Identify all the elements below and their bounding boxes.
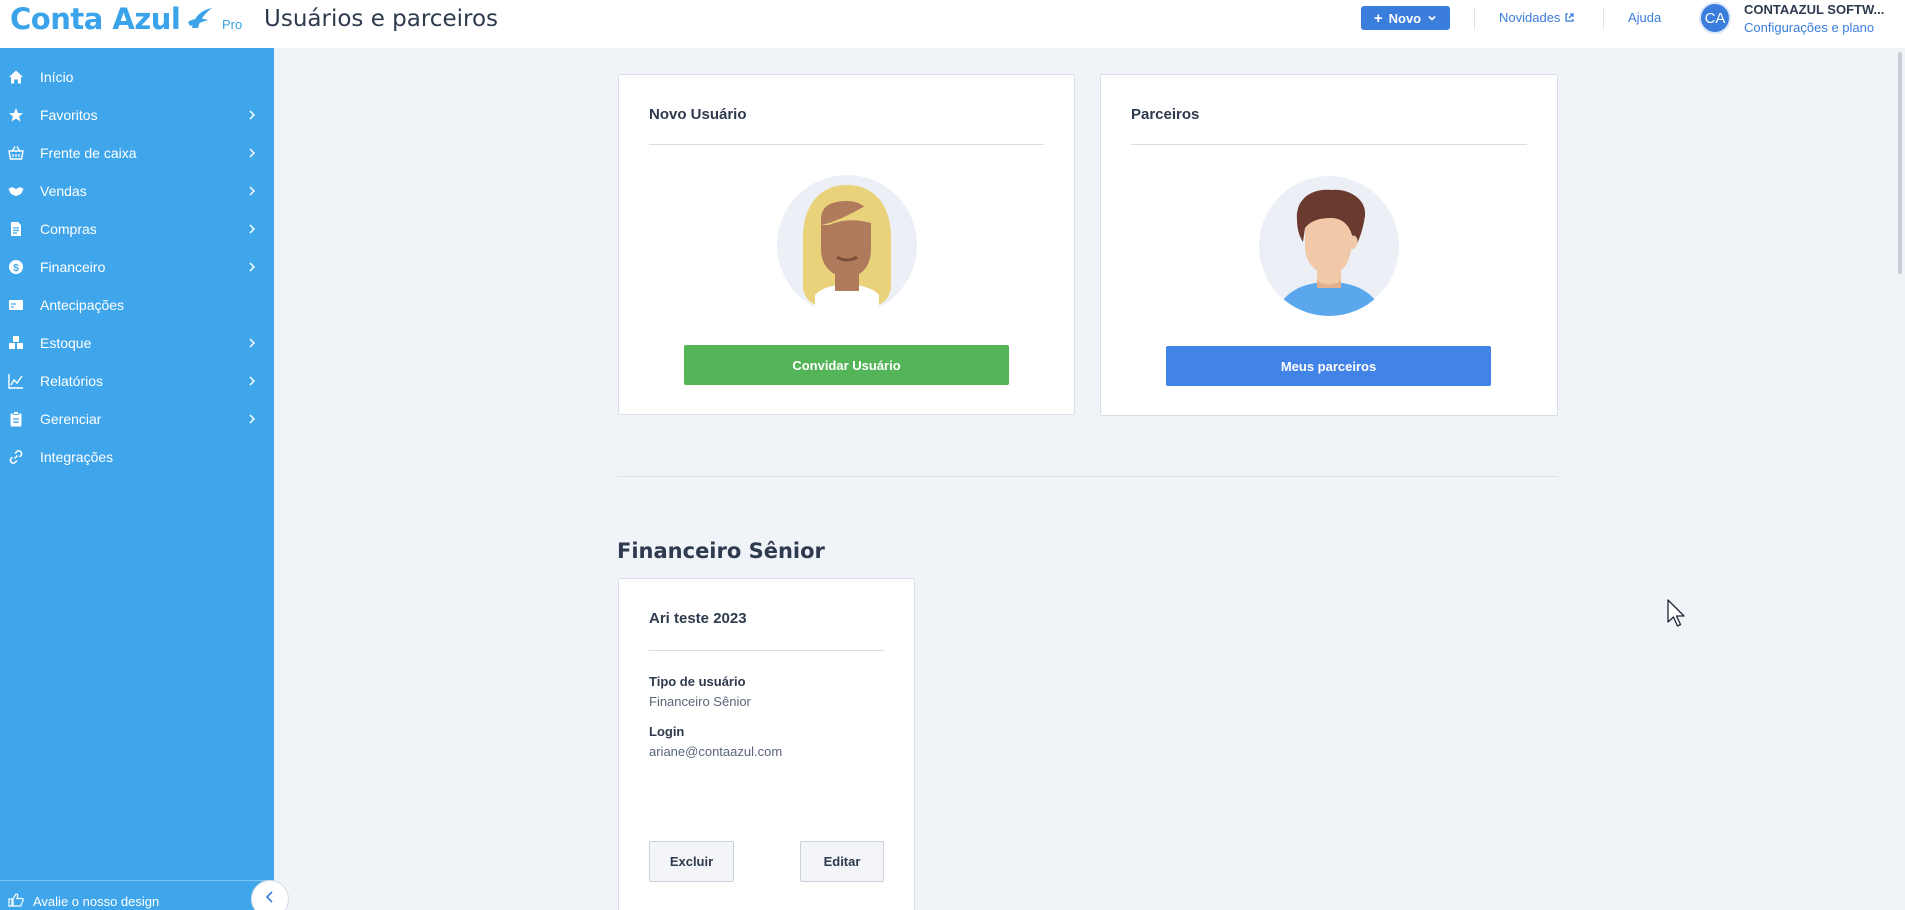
chevron-right-icon: [249, 186, 256, 196]
logo[interactable]: Conta Azul: [10, 2, 181, 36]
sidebar-item-antecipacoes[interactable]: Antecipações: [0, 286, 274, 324]
document-icon: [7, 220, 25, 238]
page-title: Usuários e parceiros: [264, 6, 498, 32]
external-link-icon: [1565, 13, 1575, 22]
sidebar-item-label: Estoque: [40, 335, 92, 351]
man-avatar-illustration: [1259, 176, 1399, 316]
sidebar-item-relatorios[interactable]: Relatórios: [0, 362, 274, 400]
invite-user-button[interactable]: Convidar Usuário: [684, 345, 1009, 385]
sidebar-item-label: Vendas: [40, 183, 87, 199]
header-separator: [1603, 8, 1604, 30]
sidebar-item-favoritos[interactable]: Favoritos: [0, 96, 274, 134]
card-title: Novo Usuário: [649, 106, 747, 123]
sidebar: Início Favoritos Frente de caixa Vendas …: [0, 48, 274, 910]
header-separator: [1474, 8, 1475, 30]
woman-avatar-illustration: [777, 175, 917, 315]
sidebar-item-integracoes[interactable]: Integrações: [0, 438, 274, 476]
sidebar-item-label: Frente de caixa: [40, 145, 137, 161]
avatar[interactable]: CA: [1699, 2, 1731, 34]
sidebar-item-estoque[interactable]: Estoque: [0, 324, 274, 362]
chart-icon: [7, 372, 25, 390]
home-icon: [7, 68, 25, 86]
sidebar-item-vendas[interactable]: Vendas: [0, 172, 274, 210]
sidebar-item-label: Favoritos: [40, 107, 98, 123]
login-label: Login: [649, 724, 685, 739]
novidades-label: Novidades: [1499, 10, 1561, 25]
user-type-value: Financeiro Sênior: [649, 694, 751, 709]
card-divider: [1131, 144, 1527, 145]
sidebar-item-label: Início: [40, 69, 74, 85]
settings-and-plan-link[interactable]: Configurações e plano: [1744, 20, 1874, 35]
sidebar-item-inicio[interactable]: Início: [0, 58, 274, 96]
svg-text:$: $: [13, 263, 19, 274]
new-button[interactable]: + Novo: [1361, 6, 1450, 30]
chevron-down-icon: [1428, 15, 1436, 21]
collapse-sidebar-button[interactable]: [251, 880, 289, 910]
sidebar-item-compras[interactable]: Compras: [0, 210, 274, 248]
plus-icon: +: [1373, 9, 1383, 27]
star-icon: [7, 106, 25, 124]
chevron-right-icon: [249, 376, 256, 386]
thumbs-up-icon: [8, 893, 24, 907]
clipboard-icon: [7, 410, 25, 428]
boxes-icon: [7, 334, 25, 352]
sidebar-item-label: Antecipações: [40, 297, 125, 313]
sidebar-item-label: Compras: [40, 221, 97, 237]
edit-button[interactable]: Editar: [800, 841, 884, 882]
link-icon: [7, 448, 25, 466]
sidebar-item-frente-de-caixa[interactable]: Frente de caixa: [0, 134, 274, 172]
chevron-left-icon: [265, 891, 273, 903]
new-user-card: Novo Usuário Convidar Usuário: [618, 74, 1075, 415]
user-type-label: Tipo de usuário: [649, 674, 746, 689]
rate-design-label: Avalie o nosso design: [33, 894, 160, 909]
section-title: Financeiro Sênior: [617, 539, 825, 563]
basket-icon: [7, 144, 25, 162]
logo-pro-badge: Pro: [222, 17, 243, 32]
sidebar-item-label: Gerenciar: [40, 411, 102, 427]
sidebar-item-label: Financeiro: [40, 259, 106, 275]
sidebar-item-label: Relatórios: [40, 373, 104, 389]
my-partners-button[interactable]: Meus parceiros: [1166, 346, 1491, 386]
user-name: Ari teste 2023: [649, 610, 747, 627]
chevron-right-icon: [249, 148, 256, 158]
handshake-icon: [7, 182, 25, 200]
chevron-right-icon: [249, 414, 256, 424]
sidebar-item-label: Integrações: [40, 449, 114, 465]
novidades-link[interactable]: Novidades: [1499, 10, 1575, 25]
card-divider: [649, 144, 1044, 145]
sidebar-item-financeiro[interactable]: $ Financeiro: [0, 248, 274, 286]
logo-mark-icon: [188, 8, 212, 28]
partners-card: Parceiros Meus parceiros: [1100, 74, 1558, 416]
chevron-right-icon: [249, 110, 256, 120]
scrollbar[interactable]: [1898, 52, 1902, 274]
login-value: ariane@contaazul.com: [649, 744, 783, 759]
chevron-right-icon: [249, 224, 256, 234]
card-title: Parceiros: [1131, 106, 1200, 123]
chevron-right-icon: [249, 262, 256, 272]
new-button-label: Novo: [1388, 10, 1422, 26]
rate-design-link[interactable]: Avalie o nosso design: [0, 880, 274, 910]
sidebar-item-gerenciar[interactable]: Gerenciar: [0, 400, 274, 438]
delete-button[interactable]: Excluir: [649, 841, 734, 882]
card-divider: [649, 650, 884, 651]
chevron-right-icon: [249, 338, 256, 348]
mouse-cursor-icon: [1667, 599, 1685, 627]
user-card: Ari teste 2023 Tipo de usuário Financeir…: [618, 578, 915, 910]
section-divider: [617, 476, 1558, 477]
ajuda-link[interactable]: Ajuda: [1628, 10, 1661, 25]
card-icon: [7, 296, 25, 314]
company-name[interactable]: CONTAAZUL SOFTW...: [1744, 2, 1884, 17]
top-header: Conta Azul Pro Usuários e parceiros + No…: [0, 0, 1905, 48]
dollar-icon: $: [7, 258, 25, 276]
